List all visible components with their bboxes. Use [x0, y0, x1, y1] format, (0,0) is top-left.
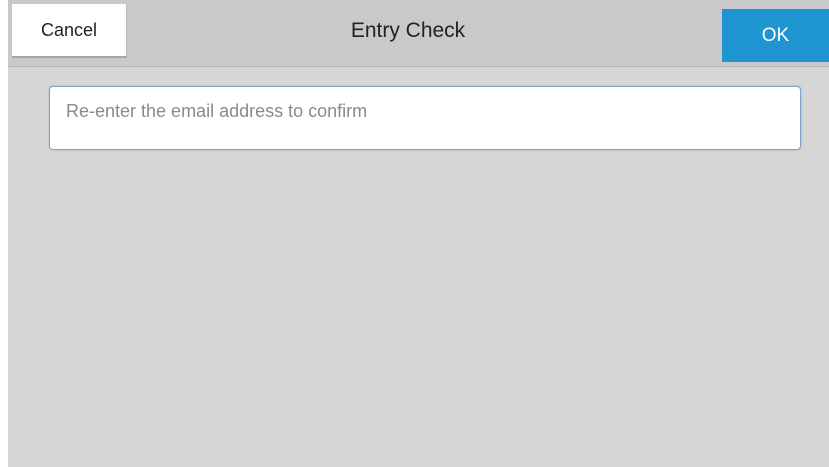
page-title: Entry Check [350, 19, 466, 42]
cancel-button[interactable]: Cancel [12, 4, 127, 58]
entry-check-screen: Cancel Entry Check OK Re-enter the email… [8, 0, 829, 467]
email-confirm-field[interactable]: Re-enter the email address to confirm [49, 86, 801, 150]
header-bar: Cancel Entry Check OK [8, 0, 829, 67]
email-confirm-placeholder: Re-enter the email address to confirm [66, 101, 368, 121]
ok-button[interactable]: OK [722, 9, 829, 62]
